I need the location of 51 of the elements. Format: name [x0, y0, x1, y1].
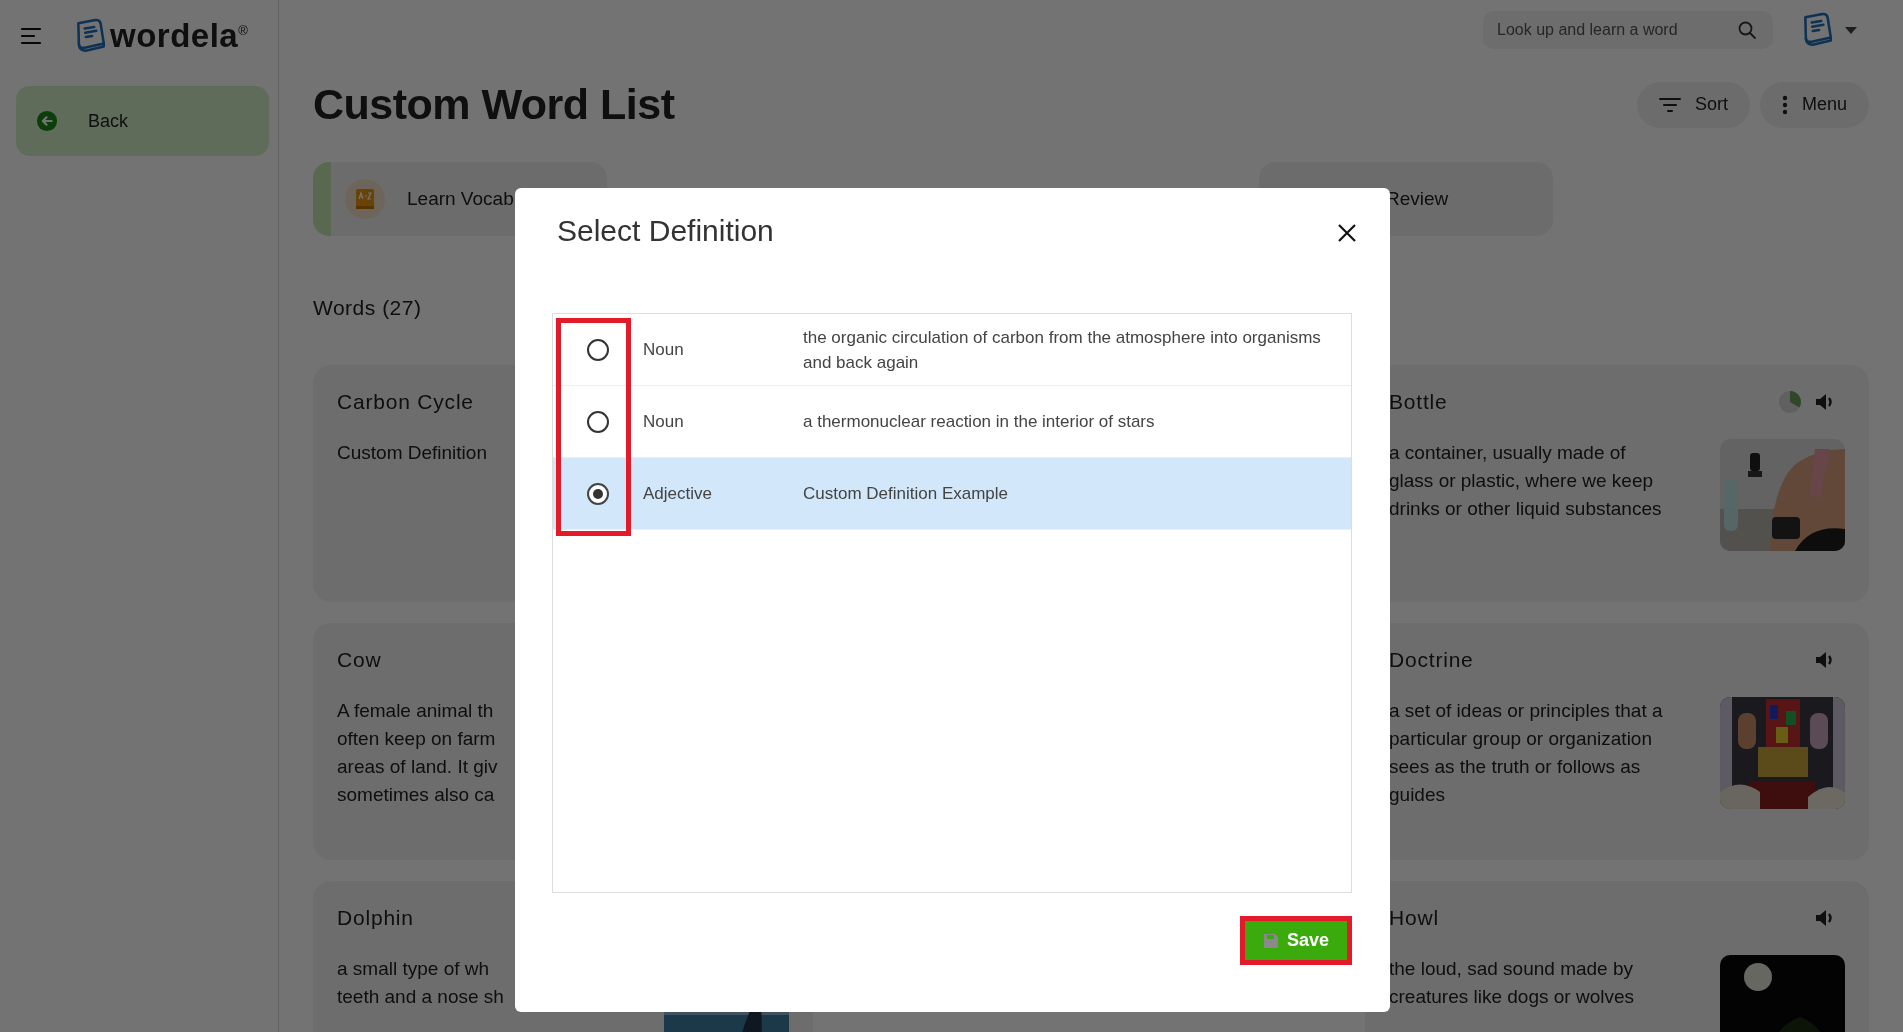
definition-row[interactable]: Adjective Custom Definition Example — [553, 458, 1351, 530]
word-title: Howl — [1389, 906, 1439, 930]
definition-line: areas of land. It giv — [337, 755, 498, 779]
word-title: Dolphin — [337, 906, 414, 930]
arrow-left-icon — [36, 110, 58, 132]
word-title: Carbon Cycle — [337, 390, 474, 414]
definition-text: a thermonuclear reaction in the interior of stars — [803, 411, 1156, 433]
word-card[interactable]: Howl the loud, sad sound made by creatures like dogs or wolves — [1365, 881, 1869, 1032]
word-title: Cow — [337, 648, 382, 672]
part-of-speech: Noun — [643, 339, 685, 360]
definition-text: Custom Definition Example — [803, 483, 1010, 505]
filter-icon — [1658, 96, 1681, 113]
close-icon[interactable] — [1338, 224, 1356, 242]
page-title: Custom Word List — [313, 80, 675, 129]
definition-line: a small type of wh — [337, 957, 491, 981]
radio-button[interactable] — [587, 338, 609, 361]
definition-line: Custom Definition — [337, 441, 487, 465]
definition-line: a container, usually made of — [1389, 441, 1627, 465]
search-field[interactable]: Look up and learn a word — [1483, 11, 1773, 49]
menu-icon[interactable] — [20, 26, 44, 46]
definition-line: particular group or organization — [1389, 727, 1653, 751]
part-of-speech: Noun — [643, 411, 685, 432]
menu-button[interactable]: Menu — [1759, 81, 1869, 128]
definition-line: guides — [1389, 783, 1446, 807]
back-button[interactable]: Back — [16, 86, 269, 156]
definition-line: teeth and a nose sh — [337, 985, 504, 1009]
definition-line: sees as the truth or follows as — [1389, 755, 1642, 779]
section-heading: Words (27) — [313, 296, 423, 320]
definition-line: sometimes also ca — [337, 783, 496, 807]
definition-line: a set of ideas or principles that a — [1389, 699, 1663, 723]
definition-line: creatures like dogs or wolves — [1389, 985, 1634, 1009]
definition-line: glass or plastic, where we keep — [1389, 469, 1654, 493]
radio-button[interactable] — [587, 410, 609, 433]
definition-line: A female animal th — [337, 699, 495, 723]
word-title: Doctrine — [1389, 648, 1474, 672]
az-book-icon — [345, 179, 385, 219]
book-icon — [74, 18, 106, 54]
part-of-speech: Adjective — [643, 483, 713, 504]
definition-row[interactable]: Noun the organic circulation of carbon from the atmosphere into organisms and back again — [553, 314, 1351, 386]
radio-button[interactable] — [587, 482, 609, 505]
logo[interactable]: wordela$^{®}$ — [110, 17, 249, 55]
book-avatar-icon[interactable] — [1801, 12, 1833, 48]
definition-line: often keep on farm — [337, 727, 497, 751]
sort-button[interactable]: Sort — [1636, 81, 1750, 128]
search-icon[interactable] — [1737, 20, 1757, 40]
definition-text: the organic circulation of carbon from the atmosphere into organisms and back again — [803, 326, 1322, 374]
definition-line: drinks or other liquid substances — [1389, 497, 1662, 521]
definition-line: the loud, sad sound made by — [1389, 957, 1634, 981]
caret-icon[interactable] — [1845, 26, 1857, 34]
more-icon — [1781, 94, 1788, 115]
word-title: Bottle — [1389, 390, 1448, 414]
